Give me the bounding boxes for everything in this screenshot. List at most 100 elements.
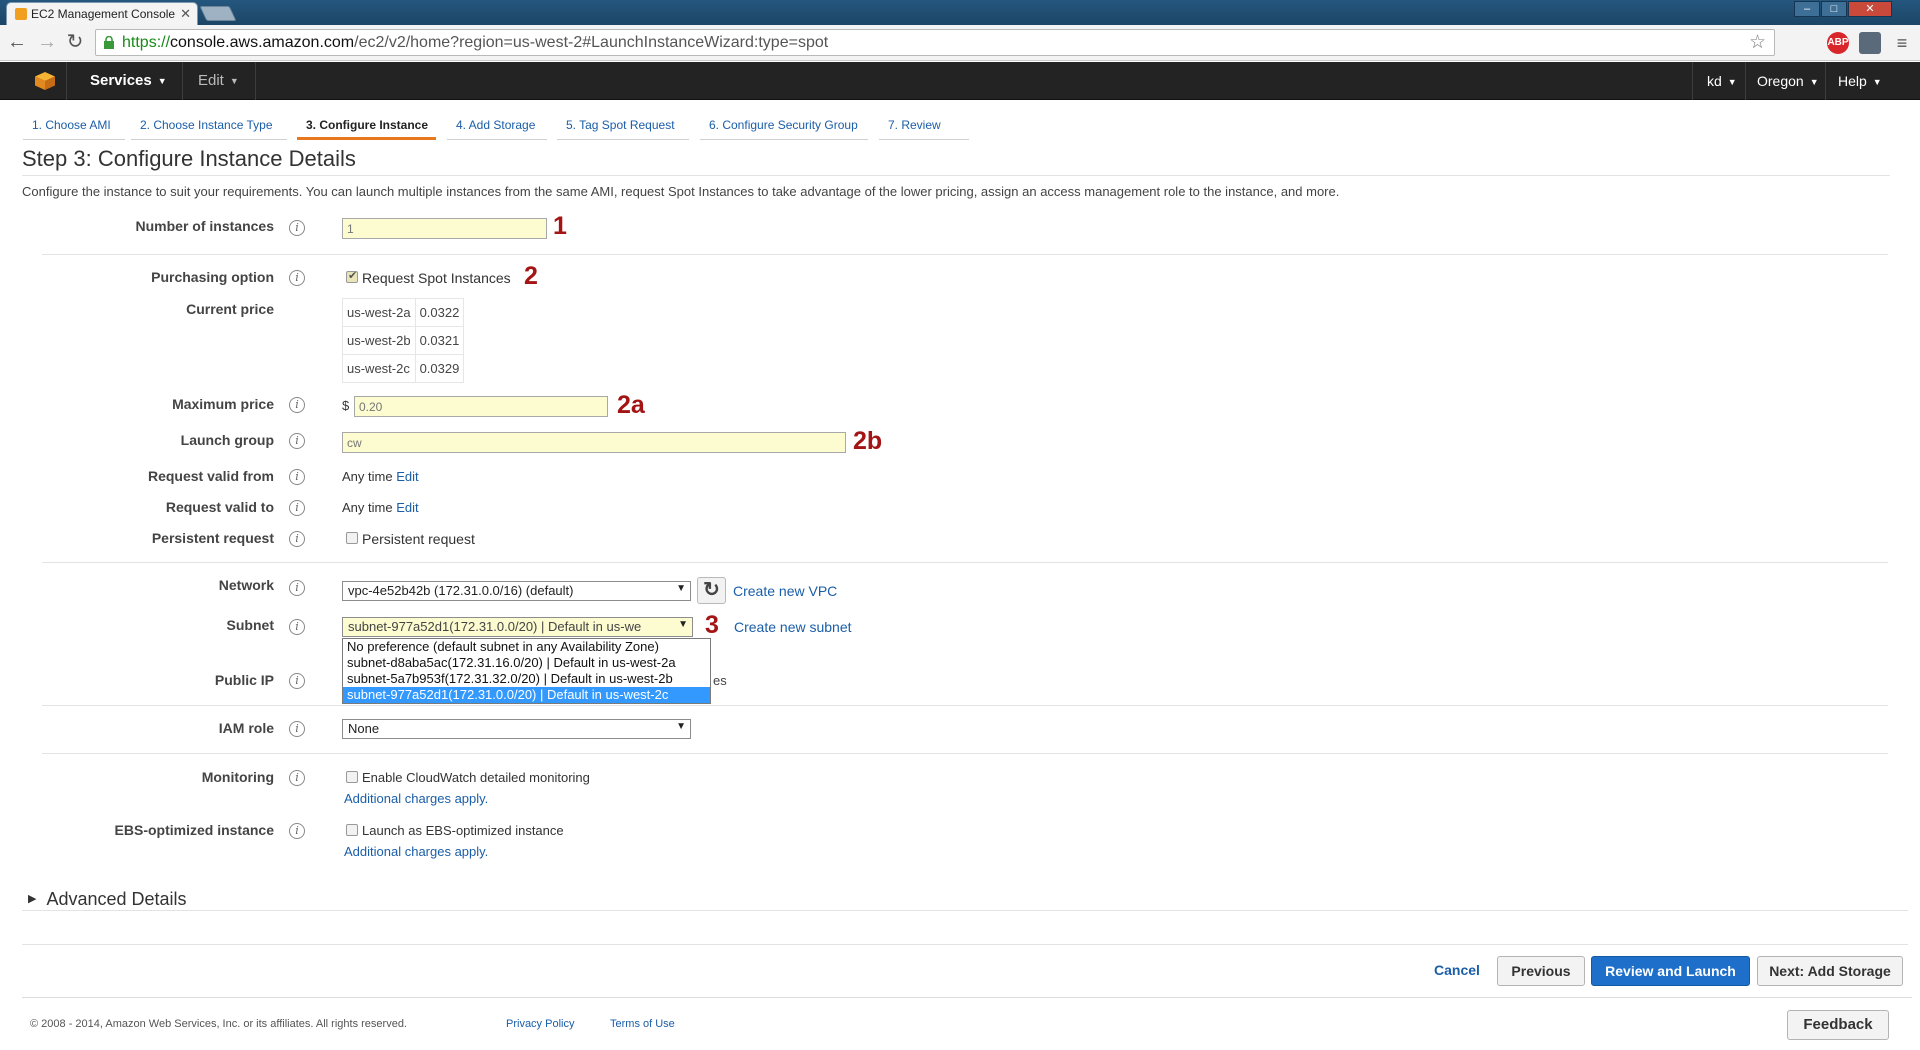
refresh-networks-button[interactable]: ↻ (697, 577, 726, 604)
region-menu[interactable]: Oregon ▼ (1757, 62, 1819, 100)
feedback-button[interactable]: Feedback (1787, 1010, 1889, 1040)
menu-icon[interactable]: ≡ (1891, 32, 1913, 54)
wizard-step-add-storage[interactable]: 4. Add Storage (447, 111, 547, 140)
cloudwatch-monitoring-checkbox[interactable] (346, 771, 358, 783)
request-valid-to-value: Any time Edit (342, 500, 419, 515)
wizard-step-security-group[interactable]: 6. Configure Security Group (700, 111, 868, 140)
network-select[interactable]: vpc-4e52b42b (172.31.0.0/16) (default) ▼ (342, 581, 691, 601)
adblock-icon[interactable]: ABP (1827, 32, 1849, 54)
info-icon[interactable]: i (289, 469, 305, 485)
refresh-icon: ↻ (703, 579, 720, 601)
info-icon[interactable]: i (289, 220, 305, 236)
next-add-storage-button[interactable]: Next: Add Storage (1757, 956, 1903, 986)
request-valid-to-label: Request valid to (165, 499, 274, 515)
ebs-charges-link[interactable]: Additional charges apply. (344, 844, 488, 859)
back-arrow-icon[interactable]: ← (6, 31, 28, 53)
cancel-button[interactable]: Cancel (1424, 956, 1490, 986)
create-new-subnet-link[interactable]: Create new subnet (734, 619, 852, 635)
cloudwatch-monitoring-label: Enable CloudWatch detailed monitoring (362, 770, 590, 785)
minimize-window-icon[interactable]: – (1794, 1, 1820, 17)
table-row: us-west-2a 0.0322 (342, 298, 465, 327)
persistent-request-checkbox[interactable] (346, 532, 358, 544)
terms-of-use-link[interactable]: Terms of Use (610, 1018, 675, 1030)
info-icon[interactable]: i (289, 721, 305, 737)
table-row: us-west-2b 0.0321 (342, 326, 465, 355)
iam-role-select[interactable]: None ▼ (342, 719, 691, 739)
section-divider (42, 753, 1888, 754)
user-menu[interactable]: kd ▼ (1707, 62, 1737, 100)
info-icon[interactable]: i (289, 500, 305, 516)
reload-icon[interactable]: ↻ (64, 31, 86, 53)
info-icon[interactable]: i (289, 823, 305, 839)
wizard-step-instance-type[interactable]: 2. Choose Instance Type (131, 111, 287, 140)
subnet-option-selected[interactable]: subnet-977a52d1(172.31.0.0/20) | Default… (343, 687, 710, 703)
review-and-launch-button[interactable]: Review and Launch (1591, 956, 1750, 986)
section-divider (22, 910, 1908, 911)
chevron-down-icon: ▼ (1872, 77, 1882, 87)
privacy-policy-link[interactable]: Privacy Policy (506, 1018, 574, 1030)
current-price-table: us-west-2a 0.0322 us-west-2b 0.0321 us-w… (342, 298, 465, 383)
footer-divider (22, 997, 1912, 998)
ebs-optimized-label: EBS-optimized instance (114, 822, 274, 838)
info-icon[interactable]: i (289, 397, 305, 413)
info-icon[interactable]: i (289, 580, 305, 596)
create-new-vpc-link[interactable]: Create new VPC (733, 583, 837, 599)
edit-menu[interactable]: Edit ▼ (198, 62, 239, 100)
wizard-step-choose-ami[interactable]: 1. Choose AMI (23, 111, 125, 140)
monitoring-label: Monitoring (201, 769, 274, 785)
section-divider (42, 254, 1888, 255)
info-icon[interactable]: i (289, 270, 305, 286)
maximize-window-icon[interactable]: □ (1821, 1, 1847, 17)
subnet-option[interactable]: subnet-5a7b953f(172.31.32.0/20) | Defaul… (343, 671, 710, 687)
forward-arrow-icon[interactable]: → (36, 31, 58, 53)
browser-tab[interactable]: EC2 Management Console ✕ (6, 2, 198, 25)
info-icon[interactable]: i (289, 619, 305, 635)
info-icon[interactable]: i (289, 433, 305, 449)
number-of-instances-input[interactable] (342, 218, 547, 239)
annotation-marker: 2 (524, 262, 538, 290)
info-icon[interactable]: i (289, 770, 305, 786)
edit-label: Edit (198, 72, 224, 89)
edit-valid-to-link[interactable]: Edit (396, 500, 418, 515)
price-cell: 0.0321 (414, 326, 465, 355)
chevron-down-icon: ▼ (229, 76, 239, 86)
purchasing-option-label: Purchasing option (151, 269, 274, 285)
help-menu[interactable]: Help ▼ (1838, 62, 1882, 100)
header-divider (1692, 62, 1693, 100)
launch-group-input[interactable] (342, 432, 846, 453)
user-label: kd (1707, 73, 1722, 89)
close-window-icon[interactable]: ✕ (1848, 1, 1892, 17)
advanced-details-toggle[interactable]: ▶ Advanced Details (28, 889, 187, 910)
address-bar[interactable]: https://console.aws.amazon.com/ec2/v2/ho… (95, 29, 1775, 56)
aws-logo-icon[interactable] (34, 71, 56, 91)
previous-button[interactable]: Previous (1497, 956, 1585, 986)
section-divider (22, 944, 1908, 945)
request-spot-instances-checkbox[interactable] (346, 269, 358, 283)
maximum-price-input[interactable] (354, 396, 608, 417)
wizard-step-tag-spot-request[interactable]: 5. Tag Spot Request (557, 111, 689, 140)
info-icon[interactable]: i (289, 673, 305, 689)
ebs-optimized-checkbox[interactable] (346, 824, 358, 836)
tab-title: EC2 Management Console (31, 7, 176, 21)
subnet-option[interactable]: subnet-d8aba5ac(172.31.16.0/20) | Defaul… (343, 655, 710, 671)
subnet-option[interactable]: No preference (default subnet in any Ava… (343, 639, 710, 655)
edit-valid-from-link[interactable]: Edit (396, 469, 418, 484)
network-selected-value: vpc-4e52b42b (172.31.0.0/16) (default) (348, 583, 574, 598)
monitoring-charges-link[interactable]: Additional charges apply. (344, 791, 488, 806)
request-valid-from-value: Any time Edit (342, 469, 419, 484)
chevron-down-icon: ▼ (1809, 77, 1819, 87)
extension-icon[interactable] (1859, 32, 1881, 54)
services-menu[interactable]: Services ▼ (90, 62, 167, 100)
info-icon[interactable]: i (289, 531, 305, 547)
browser-titlebar: EC2 Management Console ✕ – □ ✕ (0, 0, 1920, 25)
header-divider (1745, 62, 1746, 100)
wizard-step-configure-instance[interactable]: 3. Configure Instance (297, 111, 436, 140)
request-valid-from-label: Request valid from (147, 468, 274, 484)
close-tab-icon[interactable]: ✕ (180, 6, 191, 22)
wizard-step-review[interactable]: 7. Review (879, 111, 969, 140)
new-tab-button[interactable] (199, 6, 237, 21)
subnet-select[interactable]: subnet-977a52d1(172.31.0.0/20) | Default… (342, 617, 693, 637)
url-path: /ec2/v2/home?region=us-west-2#LaunchInst… (354, 34, 829, 51)
copyright-text: © 2008 - 2014, Amazon Web Services, Inc.… (30, 1018, 407, 1030)
bookmark-star-icon[interactable]: ☆ (1749, 30, 1766, 55)
